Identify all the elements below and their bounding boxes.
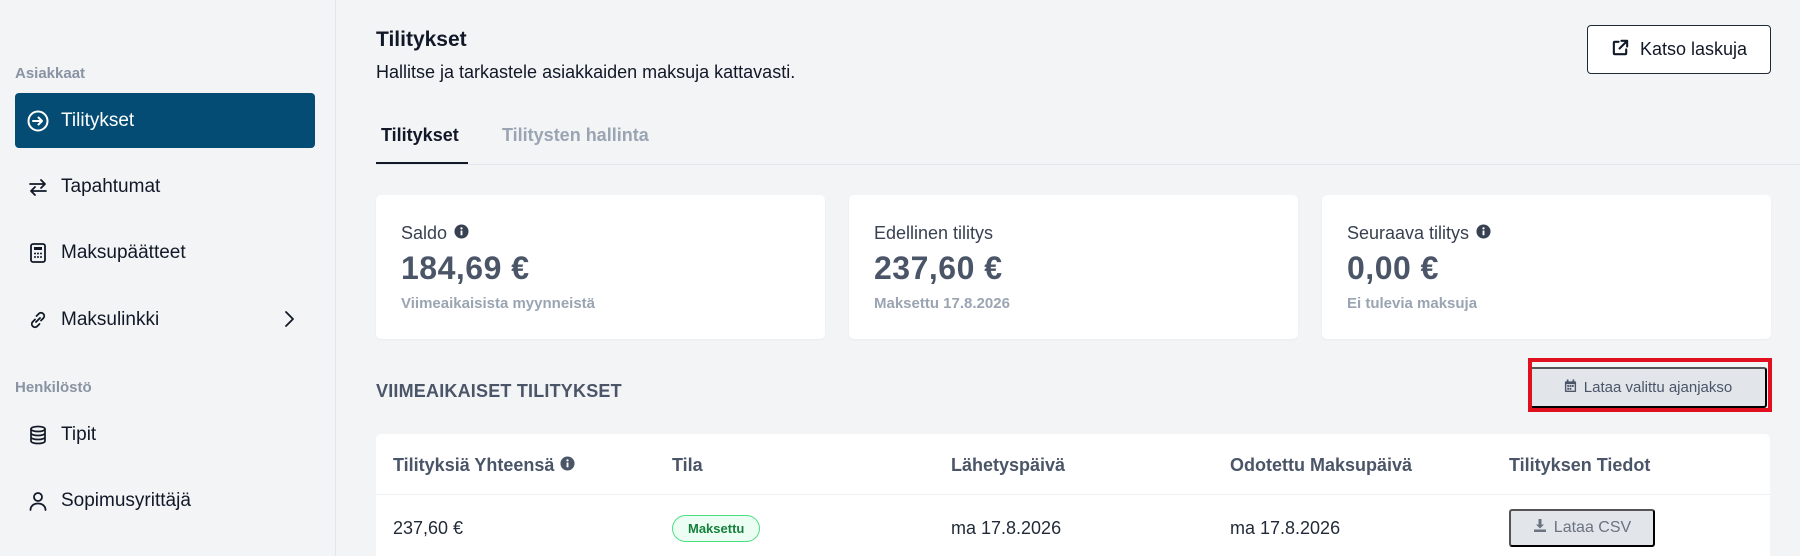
calculator-icon xyxy=(26,241,50,265)
card-label: Edellinen tilitys xyxy=(874,223,994,243)
swap-arrows-icon xyxy=(26,175,50,199)
card-previous-payout: Edellinen tilitys 237,60 € Maksettu 17.8… xyxy=(849,195,1298,339)
view-invoices-button[interactable]: Katso laskuja xyxy=(1587,25,1771,74)
tabs-divider xyxy=(376,164,1800,165)
sidebar-item-maksupaatteet[interactable]: Maksupäätteet xyxy=(15,225,315,280)
download-csv-label: Lataa CSV xyxy=(1553,519,1632,536)
cell-total: 237,60 € xyxy=(393,518,464,538)
card-value: 237,60 € xyxy=(874,250,1003,286)
column-header-label: Tilityksiä Yhteensä xyxy=(393,455,555,475)
sidebar-item-label: Sopimusyrittäjä xyxy=(61,489,191,511)
chevron-right-icon xyxy=(279,308,299,336)
calendar-icon xyxy=(1564,379,1577,397)
card-label: Seuraava tilitys xyxy=(1347,223,1470,243)
card-note: Maksettu 17.8.2026 xyxy=(874,295,1010,312)
download-csv-button[interactable]: Lataa CSV xyxy=(1509,509,1655,547)
column-header-status: Tila xyxy=(672,455,703,475)
card-next-payout: Seuraava tilitys 0,00 € Ei tulevia maksu… xyxy=(1322,195,1771,339)
column-header-total: Tilityksiä Yhteensä xyxy=(393,455,575,476)
column-header-expected-date: Odotettu Maksupäivä xyxy=(1230,455,1413,475)
card-note: Viimeaikaisista myynneistä xyxy=(401,295,596,312)
cell-expected-date: ma 17.8.2026 xyxy=(1230,518,1341,538)
coins-stack-icon xyxy=(26,423,50,447)
card-value: 184,69 € xyxy=(401,250,530,286)
page-subtitle: Hallitse ja tarkastele asiakkaiden maksu… xyxy=(376,62,796,82)
active-tab-indicator xyxy=(376,162,468,164)
sidebar-item-label: Tipit xyxy=(61,423,97,445)
sidebar-item-tapahtumat[interactable]: Tapahtumat xyxy=(15,159,315,214)
column-header-details: Tilityksen Tiedot xyxy=(1509,455,1651,475)
download-icon xyxy=(1533,518,1547,538)
card-note: Ei tulevia maksuja xyxy=(1347,295,1478,312)
main-content: Tilitykset Hallitse ja tarkastele asiakk… xyxy=(337,0,1800,556)
sidebar: Asiakkaat Tilitykset Tapahtumat Maksupää… xyxy=(0,0,336,556)
download-selected-period-label: Lataa valittu ajanjakso xyxy=(1583,379,1733,396)
card-label: Saldo xyxy=(401,223,448,243)
card-value: 0,00 € xyxy=(1347,250,1439,286)
sidebar-item-label: Maksulinkki xyxy=(61,308,160,330)
info-icon[interactable] xyxy=(1476,223,1491,244)
card-label-row: Saldo xyxy=(401,223,800,244)
recent-payouts-title: VIIMEAIKAISET TILITYKSET xyxy=(376,381,622,401)
card-label-row: Edellinen tilitys xyxy=(874,223,1273,244)
arrow-circle-right-icon xyxy=(26,109,50,133)
sidebar-item-label: Tilitykset xyxy=(61,109,135,131)
info-icon[interactable] xyxy=(454,223,469,244)
sidebar-item-tipit[interactable]: Tipit xyxy=(15,407,315,462)
sidebar-item-label: Maksupäätteet xyxy=(61,241,186,263)
sidebar-item-tilitykset[interactable]: Tilitykset xyxy=(15,93,315,148)
cell-sent-date: ma 17.8.2026 xyxy=(951,518,1062,538)
view-invoices-label: Katso laskuja xyxy=(1639,39,1748,59)
tab-tilitykset[interactable]: Tilitykset xyxy=(381,125,459,146)
sidebar-item-maksulinkki[interactable]: Maksulinkki xyxy=(15,292,315,347)
sidebar-section-customers: Asiakkaat xyxy=(15,65,86,82)
tab-tilitysten-hallinta[interactable]: Tilitysten hallinta xyxy=(502,125,649,146)
card-label-row: Seuraava tilitys xyxy=(1347,223,1746,244)
table-row-divider xyxy=(376,494,1770,495)
status-badge: Maksettu xyxy=(672,515,761,542)
person-icon xyxy=(26,489,50,513)
column-header-sent-date: Lähetyspäivä xyxy=(951,455,1066,475)
page-title: Tilitykset xyxy=(376,28,467,51)
sidebar-item-label: Tapahtumat xyxy=(61,175,161,197)
card-balance: Saldo 184,69 € Viimeaikaisista myynneist… xyxy=(376,195,825,339)
sidebar-item-sopimusyrittaja[interactable]: Sopimusyrittäjä xyxy=(15,473,315,528)
link-icon xyxy=(26,308,50,332)
sidebar-section-staff: Henkilöstö xyxy=(15,379,92,396)
external-link-icon xyxy=(1611,38,1630,62)
download-selected-period-button[interactable]: Lataa valittu ajanjakso xyxy=(1529,367,1767,408)
info-icon[interactable] xyxy=(560,455,575,476)
